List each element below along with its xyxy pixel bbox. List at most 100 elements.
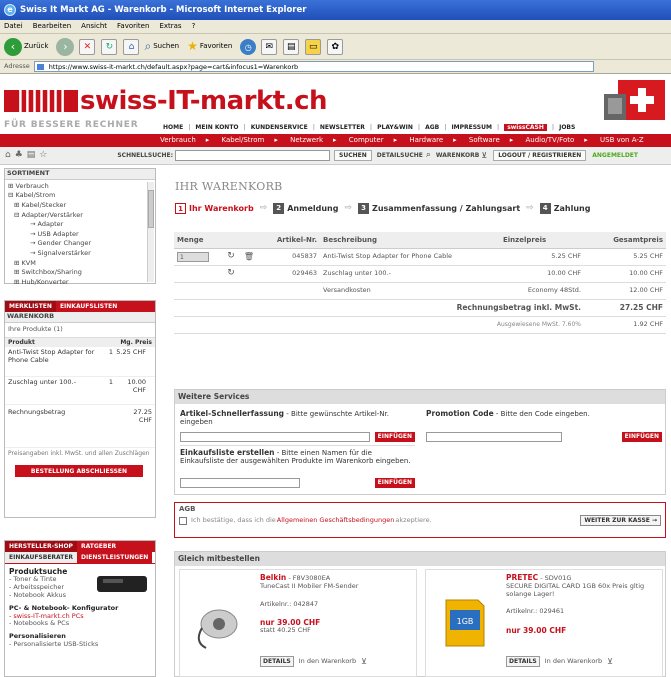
cart-icon[interactable]: ⊻ — [361, 657, 367, 667]
product-brand[interactable]: PRETEC — [506, 573, 538, 582]
search-icon[interactable]: ⌕ — [144, 39, 151, 53]
nav-mein-konto[interactable]: MEIN KONTO — [195, 124, 238, 131]
sidebar-item-name[interactable]: Anti-Twist Stop Adapter for Phone Cable — [8, 348, 106, 365]
menu-extras[interactable]: Extras — [159, 22, 181, 30]
scrollbar-thumb[interactable] — [148, 190, 154, 228]
agb-link[interactable]: Allgemeinen Geschäftsbedingungen — [277, 516, 395, 525]
nav-home[interactable]: HOME — [163, 124, 183, 131]
tree-scrollbar[interactable] — [147, 182, 154, 282]
site-logo[interactable]: swiss-IT-markt.ch — [80, 86, 328, 117]
konfigurator-link[interactable]: - Notebooks & PCs — [9, 620, 151, 628]
tree-item[interactable]: → Signalverstärker — [8, 249, 152, 259]
product-brand[interactable]: Belkin — [260, 573, 286, 582]
tab-dienstleistungen[interactable]: DIENSTLEISTUNGEN — [77, 552, 153, 564]
folder-icon[interactable]: ▭ — [305, 38, 322, 55]
nav-swisscash[interactable]: swissCASH — [504, 124, 547, 132]
details-button[interactable]: DETAILS — [260, 656, 294, 667]
back-label[interactable]: Zurück — [24, 42, 48, 50]
cat-netzwerk[interactable]: Netzwerk — [290, 136, 323, 144]
step-3-label[interactable]: Zusammenfassung / Zahlungsart — [372, 204, 520, 214]
mail-icon[interactable]: ✉ — [261, 38, 278, 55]
nav-newsletter[interactable]: NEWSLETTER — [320, 124, 365, 131]
magnifier-icon[interactable]: ⌕ — [426, 150, 431, 161]
promo-einfuegen-button[interactable]: EINFÜGEN — [621, 432, 662, 442]
artikel-nr-input[interactable] — [180, 432, 370, 442]
menu-bearbeiten[interactable]: Bearbeiten — [33, 22, 71, 30]
liste-name-input[interactable] — [180, 478, 300, 488]
schnellsuche-input[interactable] — [175, 150, 330, 161]
cat-usb[interactable]: USB von A-Z — [600, 136, 644, 144]
cat-software[interactable]: Software — [469, 136, 500, 144]
step-1-label[interactable]: Ihr Warenkorb — [189, 204, 254, 214]
fm-transmitter-image-icon[interactable] — [194, 594, 244, 650]
tree-item[interactable]: ⊞ Hub/Konverter — [8, 278, 152, 288]
versand-link[interactable]: Versandkosten — [320, 282, 500, 300]
quantity-input[interactable]: 1 — [177, 251, 209, 262]
personalisieren-link[interactable]: - Personalisierte USB-Sticks — [9, 640, 151, 649]
refresh-icon[interactable]: ↻ — [222, 248, 240, 266]
sd-card-image-icon[interactable]: 1GB — [440, 594, 490, 650]
nav-kundenservice[interactable]: KUNDENSERVICE — [251, 124, 308, 131]
refresh-icon[interactable]: ↻ — [101, 38, 118, 55]
cart-icon[interactable]: ⊻ — [481, 151, 487, 161]
menu-favoriten[interactable]: Favoriten — [117, 22, 149, 30]
menu-help[interactable]: ? — [192, 22, 196, 30]
stop-icon[interactable]: ✕ — [79, 38, 96, 55]
beschreibung[interactable]: Anti-Twist Stop Adapter for Phone Cable — [320, 248, 500, 266]
refresh-icon[interactable]: ↻ — [222, 265, 240, 283]
tree-item[interactable]: ⊞ KVM — [8, 259, 152, 269]
trash-icon[interactable]: 🗑 — [240, 248, 258, 266]
step-2-label[interactable]: Anmeldung — [287, 204, 338, 214]
tree-item[interactable]: ⊞ Switchbox/Sharing — [8, 268, 152, 278]
detailsuche-link[interactable]: DETAILSUCHE — [377, 152, 423, 159]
tab-merklisten[interactable]: MERKLISTEN — [5, 301, 56, 313]
messenger-icon[interactable]: ✿ — [327, 38, 344, 55]
add-to-cart-link[interactable]: In den Warenkorb — [545, 657, 602, 666]
tree-item[interactable]: ⊞ Verbrauch — [8, 182, 152, 192]
favorites-label[interactable]: Favoriten — [200, 42, 232, 50]
sidebar-item-name[interactable]: Zuschlag unter 100.- — [8, 378, 106, 387]
utility-icons[interactable]: ⌂♣▤☆ — [5, 150, 51, 161]
cart-icon[interactable]: ⊻ — [607, 657, 613, 667]
tab-ratgeber[interactable]: RATGEBER — [77, 541, 120, 552]
favorites-star-icon[interactable]: ★ — [187, 39, 198, 53]
tree-item[interactable]: ⊟ Adapter/Verstärker — [8, 211, 152, 221]
checkout-button[interactable]: BESTELLUNG ABSCHLIESSEN — [15, 465, 143, 478]
home-icon[interactable]: ⌂ — [123, 38, 140, 55]
back-arrow-icon[interactable]: ‹ — [4, 37, 22, 56]
history-icon[interactable]: ◷ — [240, 38, 257, 55]
menu-datei[interactable]: Datei — [4, 22, 23, 30]
promo-code-input[interactable] — [426, 432, 562, 442]
cat-audio-tv-foto[interactable]: Audio/TV/Foto — [526, 136, 575, 144]
tab-einkaufsberater[interactable]: EINKAUFSBERATER — [5, 552, 78, 564]
tree-item[interactable]: → USB Adapter — [8, 230, 152, 240]
cat-hardware[interactable]: Hardware — [409, 136, 443, 144]
agb-checkbox[interactable] — [179, 516, 187, 525]
nav-agb[interactable]: AGB — [425, 124, 439, 131]
cat-kabel-strom[interactable]: Kabel/Strom — [222, 136, 265, 144]
cat-computer[interactable]: Computer — [349, 136, 384, 144]
cat-verbrauch[interactable]: Verbrauch — [160, 136, 196, 144]
logo-mark-icon[interactable]: ||||||| — [4, 90, 78, 112]
tree-item[interactable]: ⊟ Kabel/Strom — [8, 191, 152, 201]
liste-einfuegen-button[interactable]: EINFÜGEN — [374, 478, 415, 488]
print-icon[interactable]: ▤ — [283, 38, 300, 55]
address-field[interactable]: https://www.swiss-it-markt.ch/default.as… — [33, 61, 594, 72]
forward-arrow-icon[interactable]: › — [56, 37, 75, 56]
tab-hersteller-shop[interactable]: HERSTELLER-SHOP — [5, 541, 77, 553]
tree-item[interactable]: → Adapter — [8, 220, 152, 230]
step-4-label[interactable]: Zahlung — [554, 204, 591, 214]
einfuegen-button[interactable]: EINFÜGEN — [374, 432, 415, 442]
details-button[interactable]: DETAILS — [506, 656, 540, 667]
nav-play-win[interactable]: PLAY&WIN — [377, 124, 413, 131]
tree-item[interactable]: → Gender Changer — [8, 239, 152, 249]
tab-einkaufslisten[interactable]: EINKAUFSLISTEN — [56, 301, 121, 312]
add-to-cart-link[interactable]: In den Warenkorb — [299, 657, 356, 666]
search-label[interactable]: Suchen — [153, 42, 179, 50]
nav-jobs[interactable]: JOBS — [559, 124, 575, 131]
tree-item[interactable]: ⊞ Kabel/Stecker — [8, 201, 152, 211]
logout-button[interactable]: LOGOUT / REGISTRIEREN — [493, 150, 587, 161]
nav-impressum[interactable]: IMPRESSUM — [451, 124, 492, 131]
menu-ansicht[interactable]: Ansicht — [81, 22, 107, 30]
warenkorb-link[interactable]: WARENKORB — [436, 152, 479, 159]
